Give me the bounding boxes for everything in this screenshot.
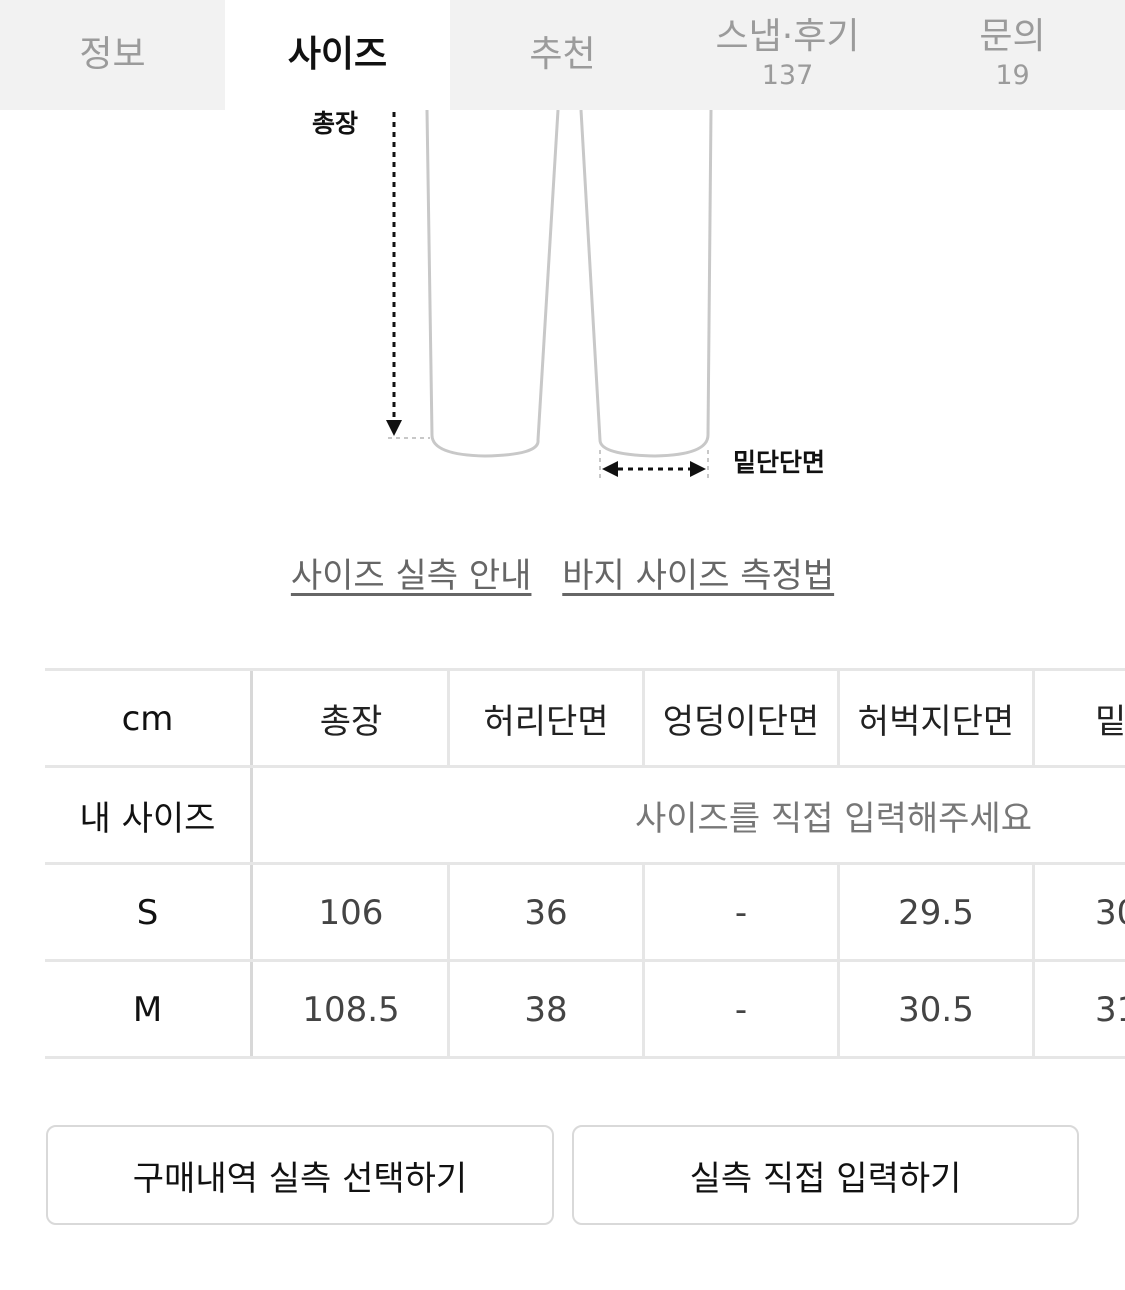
tab-count: 19 — [995, 60, 1030, 91]
pants-outline-illustration — [386, 109, 713, 478]
table-header-unit: cm — [45, 671, 253, 766]
table-cell: 31 — [1035, 962, 1125, 1057]
tab-count: 137 — [761, 60, 814, 91]
size-label: S — [45, 865, 253, 960]
table-header-row: cm 총장 허리단면 엉덩이단면 허벅지단면 밑 — [45, 668, 1125, 766]
size-table: cm 총장 허리단면 엉덩이단면 허벅지단면 밑 내 사이즈 사이즈를 직접 입… — [45, 668, 1125, 1060]
tab-label: 정보 — [79, 34, 146, 75]
size-guide-link[interactable]: 사이즈 실측 안내 — [291, 556, 532, 596]
table-row: S 106 36 - 29.5 30 — [45, 862, 1125, 960]
table-bottom-border — [45, 1056, 1125, 1059]
table-cell: 106 — [255, 865, 450, 960]
table-header: 엉덩이단면 — [645, 671, 840, 766]
purchase-history-measure-button[interactable]: 구매내역 실측 선택하기 — [46, 1125, 554, 1225]
table-header: 허벅지단면 — [840, 671, 1035, 766]
tab-label: 추천 — [529, 34, 596, 75]
my-size-input[interactable]: 사이즈를 직접 입력해주세요 — [255, 768, 1125, 863]
table-header: 밑 — [1035, 671, 1125, 766]
measure-method-link[interactable]: 바지 사이즈 측정법 — [562, 556, 834, 596]
tab-bar: 정보 사이즈 추천 스냅·후기 137 문의 19 — [0, 0, 1125, 110]
table-header: 총장 — [255, 671, 450, 766]
size-guide-links: 사이즈 실측 안내 바지 사이즈 측정법 — [0, 548, 1125, 597]
my-size-row: 내 사이즈 사이즈를 직접 입력해주세요 — [45, 765, 1125, 863]
table-cell: 36 — [450, 865, 645, 960]
table-cell: 38 — [450, 962, 645, 1057]
size-label: M — [45, 962, 253, 1057]
tab-recommend[interactable]: 추천 — [450, 0, 675, 110]
tab-inquiry[interactable]: 문의 19 — [900, 0, 1125, 110]
table-cell: 108.5 — [255, 962, 450, 1057]
tab-label: 스냅·후기 — [715, 16, 860, 57]
table-cell: - — [645, 962, 840, 1057]
tab-size[interactable]: 사이즈 — [225, 0, 450, 110]
table-cell: 29.5 — [840, 865, 1035, 960]
tab-label: 문의 — [979, 16, 1046, 57]
tab-info[interactable]: 정보 — [0, 0, 225, 110]
table-cell: - — [645, 865, 840, 960]
hem-label: 밑단단면 — [733, 448, 826, 477]
tab-label: 사이즈 — [287, 34, 388, 75]
my-size-label: 내 사이즈 — [45, 768, 253, 863]
pants-size-diagram: 총장 밑단단면 — [0, 109, 1125, 510]
table-cell: 30 — [1035, 865, 1125, 960]
manual-measure-input-button[interactable]: 실측 직접 입력하기 — [572, 1125, 1079, 1225]
table-cell: 30.5 — [840, 962, 1035, 1057]
table-header: 허리단면 — [450, 671, 645, 766]
tab-snap-review[interactable]: 스냅·후기 137 — [675, 0, 900, 110]
table-row: M 108.5 38 - 30.5 31 — [45, 959, 1125, 1057]
length-label: 총장 — [312, 109, 359, 138]
